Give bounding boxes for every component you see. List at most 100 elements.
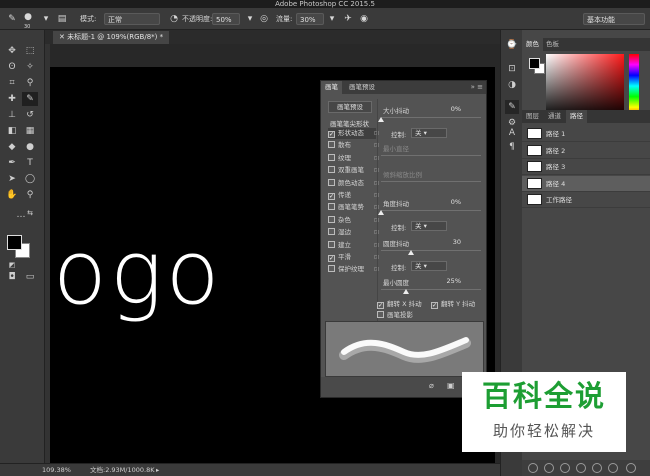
- path-selection-tool-icon[interactable]: ➤: [4, 172, 20, 186]
- brush-setting-item[interactable]: 画笔笔势⊡: [328, 202, 379, 213]
- flip-x-checkbox[interactable]: ✓: [377, 302, 384, 309]
- brush-setting-item[interactable]: ✓传递⊡: [328, 190, 379, 201]
- tab-swatches[interactable]: 色板: [542, 38, 563, 51]
- brush-setting-checkbox[interactable]: [328, 240, 335, 248]
- tab-brush[interactable]: 画笔: [321, 81, 342, 94]
- workspace-select[interactable]: 基本功能: [583, 13, 645, 25]
- hue-slider[interactable]: [629, 54, 639, 118]
- brush-presets-button[interactable]: 画笔预设: [328, 101, 372, 113]
- color-picker-field[interactable]: [546, 54, 624, 118]
- brush-setting-item[interactable]: 纹理⊡: [328, 153, 379, 164]
- brush-setting-checkbox[interactable]: [328, 166, 335, 174]
- brush-tip-shape-label[interactable]: 画笔笔尖形状: [330, 118, 369, 128]
- paragraph-icon[interactable]: ¶: [505, 140, 519, 154]
- type-tool-icon[interactable]: T: [22, 156, 38, 170]
- load-selection-icon[interactable]: [560, 463, 570, 473]
- hand-tool-icon[interactable]: ✋: [4, 188, 20, 202]
- chevron-down-icon[interactable]: ▾: [244, 13, 256, 25]
- quick-select-tool-icon[interactable]: ✧: [22, 60, 38, 74]
- tilt-scale-slider[interactable]: [381, 181, 481, 182]
- size-jitter-knob[interactable]: [378, 117, 384, 122]
- eraser-tool-icon[interactable]: ◧: [4, 124, 20, 138]
- brush-setting-item[interactable]: ✓形状动态⊡: [328, 128, 379, 139]
- lasso-tool-icon[interactable]: ʘ: [4, 60, 20, 74]
- clone-stamp-tool-icon[interactable]: ⊥: [4, 108, 20, 122]
- zoom-level[interactable]: 109.38%: [42, 464, 71, 476]
- foreground-color-swatch[interactable]: [7, 235, 22, 250]
- pressure-opacity-icon[interactable]: ◎: [258, 13, 270, 25]
- brush-projection-checkbox[interactable]: [377, 311, 384, 318]
- brush-setting-item[interactable]: 杂色⊡: [328, 215, 379, 226]
- angle-control-select[interactable]: 关 ▾: [411, 221, 447, 231]
- create-new-brush-icon[interactable]: ▣: [447, 381, 455, 390]
- path-row[interactable]: 路径 3: [522, 159, 650, 175]
- eyedropper-tool-icon[interactable]: ⚲: [22, 76, 38, 90]
- brush-setting-checkbox[interactable]: ✓: [328, 131, 335, 138]
- pen-tool-icon[interactable]: ✒: [4, 156, 20, 170]
- flow-field[interactable]: 30%: [296, 13, 324, 25]
- angle-jitter-slider[interactable]: [381, 210, 481, 211]
- brush-panel-icon[interactable]: ✎: [505, 100, 519, 114]
- brush-setting-checkbox[interactable]: [328, 178, 335, 186]
- brush-setting-item[interactable]: 颜色动态⊡: [328, 178, 379, 189]
- fill-path-icon[interactable]: [528, 463, 538, 473]
- opacity-field[interactable]: 50%: [212, 13, 240, 25]
- size-control-select[interactable]: 关 ▾: [411, 128, 447, 138]
- chevron-down-icon[interactable]: ▾: [40, 13, 52, 25]
- status-menu-arrow-icon[interactable]: ▸: [156, 464, 159, 476]
- dodge-tool-icon[interactable]: ●: [22, 140, 38, 154]
- mode-select[interactable]: 正常: [104, 13, 160, 25]
- path-row[interactable]: 路径 4: [522, 175, 650, 192]
- quick-mask-icon[interactable]: ◘: [4, 270, 20, 284]
- shape-tool-icon[interactable]: ◯: [22, 172, 38, 186]
- size-jitter-slider[interactable]: [381, 117, 481, 118]
- brush-setting-checkbox[interactable]: [328, 265, 335, 273]
- angle-jitter-value[interactable]: 0%: [437, 198, 461, 206]
- opacity-pressure-icon[interactable]: ◔: [168, 13, 180, 25]
- brush-setting-item[interactable]: ✓平滑⊡: [328, 252, 379, 263]
- history-icon[interactable]: ⌚: [505, 38, 519, 52]
- brush-setting-item[interactable]: 双重画笔⊡: [328, 165, 379, 176]
- tab-paths[interactable]: 路径: [566, 110, 587, 123]
- screen-mode-icon[interactable]: ▭: [22, 270, 38, 284]
- adjustments-icon[interactable]: ◑: [505, 78, 519, 92]
- brush-projection-option[interactable]: 画笔投影: [377, 309, 413, 319]
- min-diameter-slider[interactable]: [381, 155, 481, 156]
- brush-setting-checkbox[interactable]: [328, 153, 335, 161]
- stroke-path-icon[interactable]: [544, 463, 554, 473]
- brush-setting-checkbox[interactable]: [328, 203, 335, 211]
- roundness-jitter-knob[interactable]: [408, 250, 414, 255]
- min-roundness-knob[interactable]: [403, 289, 409, 294]
- color-panel-foreground-swatch[interactable]: [529, 58, 540, 69]
- marquee-tool-icon[interactable]: ⬚: [22, 44, 38, 58]
- document-tab[interactable]: ✕ 未标题-1 @ 109%(RGB/8*) *: [53, 31, 170, 44]
- roundness-jitter-value[interactable]: 30: [437, 238, 461, 246]
- roundness-control-select[interactable]: 关 ▾: [411, 261, 447, 271]
- new-path-icon[interactable]: [608, 463, 618, 473]
- angle-jitter-knob[interactable]: [378, 210, 384, 215]
- path-row[interactable]: 工作路径: [522, 192, 650, 208]
- brush-setting-checkbox[interactable]: ✓: [328, 255, 335, 262]
- tab-brush-presets[interactable]: 画笔预设: [345, 81, 379, 94]
- healing-brush-tool-icon[interactable]: ✚: [4, 92, 20, 106]
- delete-path-icon[interactable]: [626, 463, 636, 473]
- tab-layers[interactable]: 图层: [522, 110, 543, 123]
- character-icon[interactable]: A: [505, 126, 519, 140]
- brush-setting-checkbox[interactable]: [328, 141, 335, 149]
- min-roundness-slider[interactable]: [381, 289, 481, 290]
- brush-tool-icon[interactable]: ✎: [6, 13, 18, 25]
- flip-y-jitter-option[interactable]: ✓ 翻转 Y 抖动: [431, 298, 475, 309]
- properties-icon[interactable]: ⊡: [505, 62, 519, 76]
- roundness-jitter-slider[interactable]: [381, 250, 481, 251]
- close-icon[interactable]: ✕: [59, 33, 67, 41]
- brush-setting-item[interactable]: 建立⊡: [328, 240, 379, 251]
- brush-setting-item[interactable]: 湿边⊡: [328, 227, 379, 238]
- toggle-live-tip-icon[interactable]: ⌀: [429, 381, 434, 390]
- crop-tool-icon[interactable]: ⌗: [4, 76, 20, 90]
- zoom-tool-icon[interactable]: ⚲: [22, 188, 38, 202]
- brush-setting-checkbox[interactable]: [328, 228, 335, 236]
- pressure-size-icon[interactable]: ◉: [358, 13, 370, 25]
- brush-panel-toggle-icon[interactable]: ▤: [56, 13, 68, 25]
- history-brush-tool-icon[interactable]: ↺: [22, 108, 38, 122]
- path-row[interactable]: 路径 1: [522, 126, 650, 142]
